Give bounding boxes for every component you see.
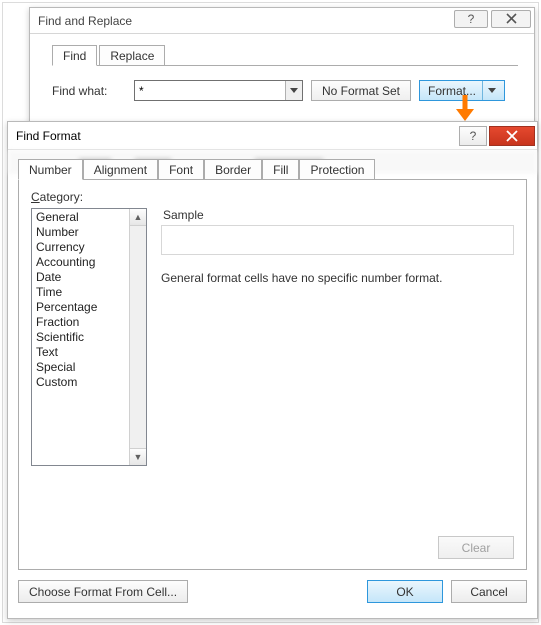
tab-font[interactable]: Font xyxy=(158,159,204,180)
close-icon xyxy=(506,130,518,142)
help-icon: ? xyxy=(470,129,477,143)
category-item[interactable]: Accounting xyxy=(32,255,129,270)
find-format-titlebar: Find Format ? xyxy=(8,122,537,150)
scroll-down-icon[interactable]: ▼ xyxy=(130,448,146,465)
category-item[interactable]: Date xyxy=(32,270,129,285)
find-replace-tabs: Find Replace xyxy=(52,44,518,66)
tab-number[interactable]: Number xyxy=(18,159,83,180)
category-item[interactable]: Currency xyxy=(32,240,129,255)
format-button[interactable]: Format... xyxy=(419,80,505,101)
category-item[interactable]: Percentage xyxy=(32,300,129,315)
category-item[interactable]: Custom xyxy=(32,375,129,390)
find-format-title: Find Format xyxy=(16,129,81,143)
clear-button[interactable]: Clear xyxy=(438,536,514,559)
category-item[interactable]: Special xyxy=(32,360,129,375)
sample-box xyxy=(161,225,514,255)
category-item[interactable]: Number xyxy=(32,225,129,240)
category-label: Category: xyxy=(31,190,514,204)
category-scrollbar[interactable]: ▲ ▼ xyxy=(129,209,146,465)
close-icon xyxy=(505,13,518,24)
scroll-up-icon[interactable]: ▲ xyxy=(130,209,146,226)
category-item[interactable]: Fraction xyxy=(32,315,129,330)
format-dropdown[interactable] xyxy=(482,81,496,100)
sample-label: Sample xyxy=(163,208,514,222)
find-what-combo[interactable] xyxy=(134,80,303,101)
category-item[interactable]: Scientific xyxy=(32,330,129,345)
find-what-label: Find what: xyxy=(52,84,126,98)
category-item[interactable]: Time xyxy=(32,285,129,300)
find-format-tabs: Number Alignment Font Border Fill Protec… xyxy=(18,158,527,180)
tab-alignment[interactable]: Alignment xyxy=(83,159,158,180)
format-button-label: Format... xyxy=(428,84,476,98)
help-icon: ? xyxy=(468,12,475,26)
tab-border[interactable]: Border xyxy=(204,159,262,180)
number-panel: Category: GeneralNumberCurrencyAccountin… xyxy=(18,180,527,570)
find-what-input[interactable] xyxy=(135,81,285,100)
find-replace-titlebar: Find and Replace ? xyxy=(30,8,534,34)
tab-fill[interactable]: Fill xyxy=(262,159,299,180)
chevron-down-icon xyxy=(488,88,496,93)
category-item[interactable]: General xyxy=(32,210,129,225)
help-button[interactable]: ? xyxy=(454,10,488,28)
tab-protection[interactable]: Protection xyxy=(299,159,375,180)
find-format-dialog: Find Format ? Number Alignment Font Bord… xyxy=(7,121,538,619)
category-item[interactable]: Text xyxy=(32,345,129,360)
tab-replace[interactable]: Replace xyxy=(99,45,165,66)
category-listbox[interactable]: GeneralNumberCurrencyAccountingDateTimeP… xyxy=(31,208,147,466)
canvas: Find and Replace ? Find Replace Find wha… xyxy=(2,2,539,623)
close-button[interactable] xyxy=(489,126,535,146)
find-replace-title: Find and Replace xyxy=(38,14,132,28)
close-button[interactable] xyxy=(491,10,531,28)
choose-format-from-cell-button[interactable]: Choose Format From Cell... xyxy=(18,580,188,603)
chevron-down-icon xyxy=(290,88,298,93)
no-format-set-display: No Format Set xyxy=(311,80,411,101)
cancel-button[interactable]: Cancel xyxy=(451,580,527,603)
tab-find[interactable]: Find xyxy=(52,45,97,66)
help-button[interactable]: ? xyxy=(459,126,487,146)
format-description: General format cells have no specific nu… xyxy=(161,271,514,285)
ok-button[interactable]: OK xyxy=(367,580,443,603)
find-what-dropdown[interactable] xyxy=(285,81,302,100)
